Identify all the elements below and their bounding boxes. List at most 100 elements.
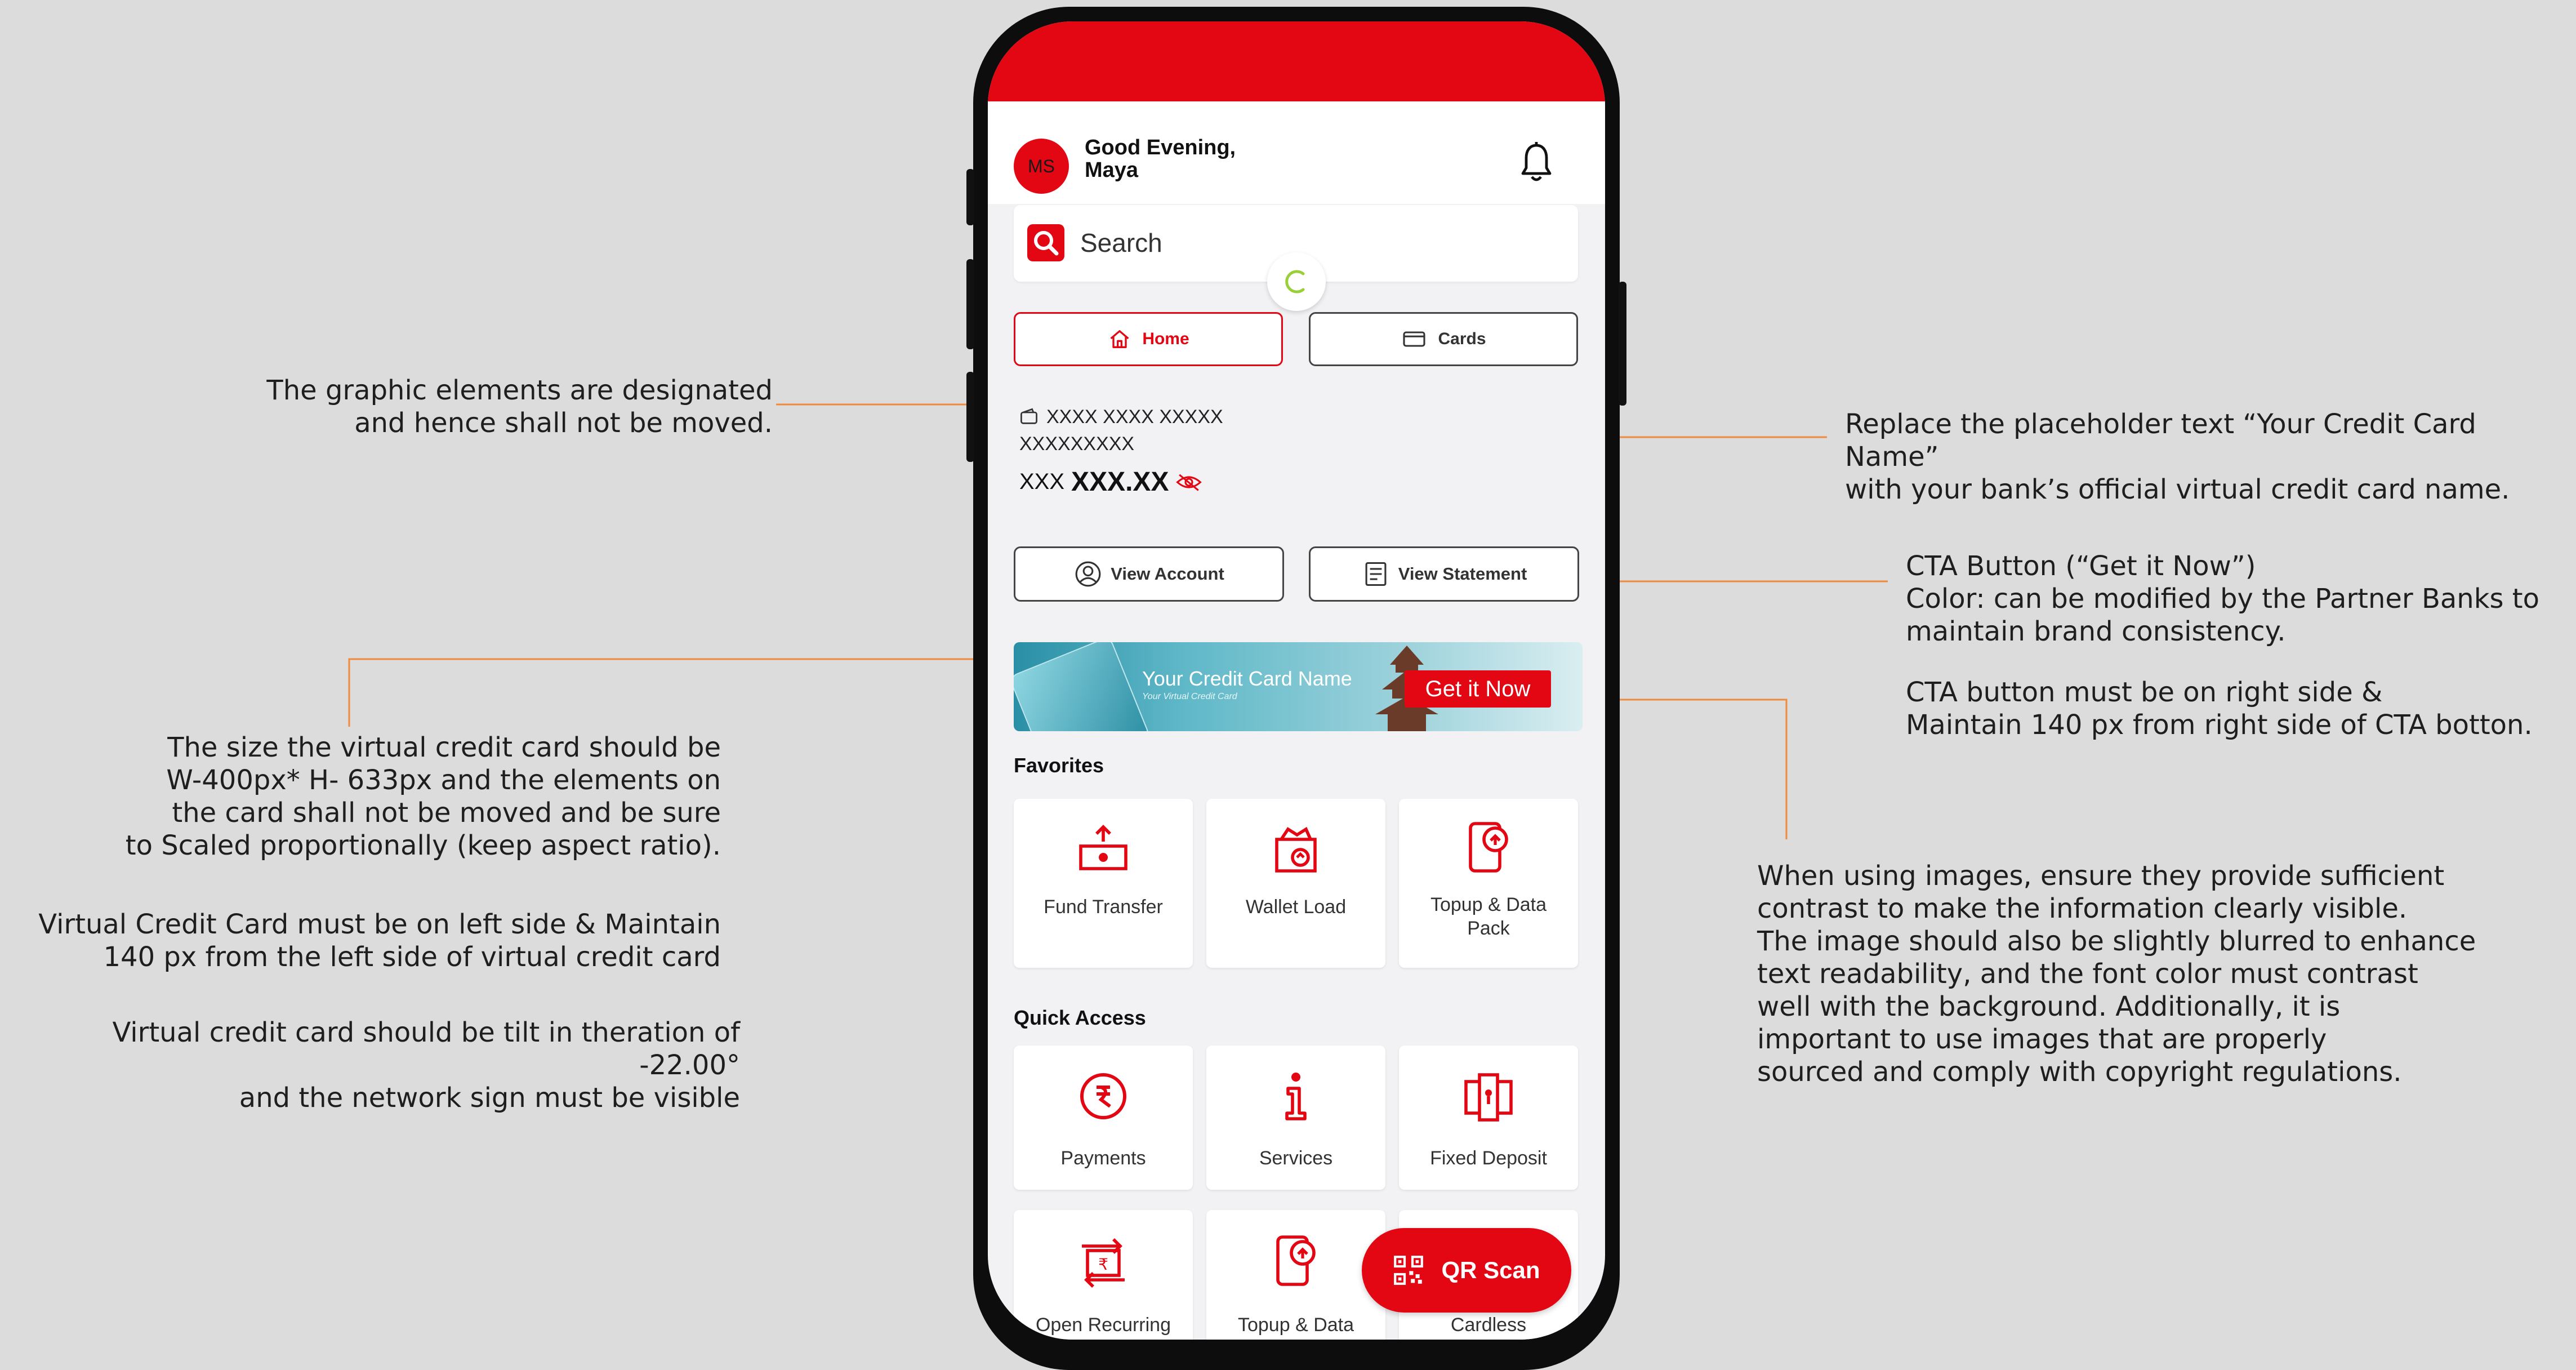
tile-payments[interactable]: Payments [1014,1046,1193,1190]
tile-services[interactable]: Services [1206,1046,1385,1190]
tile-label: Wallet Load [1245,896,1347,918]
search-input[interactable]: Search [1080,228,1162,258]
tile-wallet-load[interactable]: Wallet Load [1206,799,1385,968]
tile-label: Services [1259,1147,1333,1169]
annotation-line: maintain brand consistency. [1906,616,2286,647]
annotation-line: When using images, ensure they provide s… [1757,860,2445,892]
annotation-line: Virtual Credit Card must be on left side… [38,909,721,940]
fund-transfer-icon [1079,825,1127,870]
greeting: Good Evening, Maya [1085,136,1236,181]
annotation-line: well with the background. Additionally, … [1757,991,2341,1022]
payments-icon [1080,1073,1126,1119]
eye-slash-icon[interactable] [1175,472,1202,492]
app-header: MS Good Evening, Maya [988,101,1605,204]
annotation-cta-color: CTA Button (“Get it Now”) Color: can be … [1906,550,2565,648]
view-account-button[interactable]: View Account [1014,546,1284,602]
annotation-card-size: The size the virtual credit card should … [90,731,721,862]
avatar[interactable]: MS [1014,139,1069,194]
user-circle-icon [1075,561,1101,587]
view-account-label: View Account [1111,564,1224,584]
svg-text:₹: ₹ [1098,1255,1108,1274]
credit-card-banner[interactable]: Your Credit Card Name Your Virtual Credi… [1014,642,1583,731]
annotation-graphic-elements: The graphic elements are designated and … [248,374,773,439]
qr-code-icon [1394,1256,1424,1285]
annotation-line: Maintain 140 px from right side of CTA b… [1906,709,2533,741]
wallet-icon [1020,408,1037,424]
annotation-line: and hence shall not be moved. [354,407,773,439]
tile-label: Fixed Deposit [1430,1147,1547,1169]
annotation-line: to Scaled proportionally (keep aspect ra… [125,830,721,861]
view-statement-label: View Statement [1398,564,1527,584]
annotation-card-tilt: Virtual credit card should be tilt in th… [11,1016,740,1114]
virtual-credit-card-image [1014,642,1151,731]
annotation-line: 140 px from the left side of virtual cre… [103,941,721,973]
annotation-line: The image should also be slightly blurre… [1757,926,2476,957]
wallet-load-icon [1275,826,1317,873]
banner-card-name: Your Credit Card Name [1142,667,1352,690]
user-name: Maya [1085,158,1139,182]
annotation-card-position: Virtual Credit Card must be on left side… [23,908,721,973]
annotation-line: W-400px* H- 633px and the elements on [166,764,721,796]
qr-scan-button[interactable]: QR Scan [1362,1228,1571,1313]
topup-icon [1469,822,1508,873]
account-number: XXXX XXXX XXXXX XXXXXXXXX [1019,403,1223,457]
annotation-line: contrast to make the information clearly… [1757,893,2408,924]
annotation-cta-position: CTA button must be on right side & Maint… [1906,676,2565,741]
balance-amount: XXX.XX [1071,467,1169,497]
home-icon [1110,330,1129,348]
annotation-images: When using images, ensure they provide s… [1757,860,2557,1088]
status-bar [988,21,1605,101]
annotation-line: Replace the placeholder text “Your Credi… [1845,408,2476,473]
balance-currency: XXX [1019,469,1065,494]
tile-open-recurring[interactable]: ₹ Open Recurring [1014,1210,1193,1340]
favorites-title: Favorites [1014,754,1104,777]
annotation-line: The size the virtual credit card should … [167,732,721,763]
loading-spinner-icon [1267,252,1326,311]
balance: XXX XXX.XX [1019,466,1202,497]
annotation-line: the card shall not be moved and be sure [172,797,721,829]
annotation-line: important to use images that are properl… [1757,1024,2327,1055]
phone-screen: MS Good Evening, Maya Search Home Cards … [988,21,1605,1340]
card-icon [1403,331,1426,347]
search-icon [1027,224,1064,261]
banner-subtitle: Your Virtual Credit Card [1142,692,1237,701]
annotation-line: CTA Button (“Get it Now”) [1906,550,2256,582]
tab-home[interactable]: Home [1014,312,1283,366]
account-number-line: XXXX XXXX XXXXX [1046,406,1223,428]
tile-label: Pack [1467,918,1510,939]
fixed-deposit-icon [1464,1073,1513,1122]
tile-fund-transfer[interactable]: Fund Transfer [1014,799,1193,968]
tile-label: Payments [1060,1147,1146,1169]
annotation-line: Virtual credit card should be tilt in th… [112,1017,740,1081]
bell-icon[interactable] [1518,141,1554,186]
annotation-card-name: Replace the placeholder text “Your Credi… [1845,408,2576,506]
annotation-line: The graphic elements are designated [266,375,773,406]
annotation-line: sourced and comply with copyright regula… [1757,1056,2402,1088]
info-icon [1285,1073,1307,1120]
account-number-line: XXXXXXXXX [1019,433,1135,455]
view-statement-button[interactable]: View Statement [1309,546,1579,602]
phone-side-button [966,169,974,225]
tile-fixed-deposit[interactable]: Fixed Deposit [1399,1046,1578,1190]
topup-icon [1276,1235,1316,1286]
annotation-line: Color: can be modified by the Partner Ba… [1906,583,2539,615]
tab-cards[interactable]: Cards [1309,312,1578,366]
recurring-icon: ₹ [1082,1238,1125,1288]
phone-power-button [1619,282,1626,406]
statement-icon [1365,562,1387,586]
annotation-line: with your bank’s official virtual credit… [1845,474,2510,505]
tile-label: Fund Transfer [1044,896,1163,918]
get-it-now-button[interactable]: Get it Now [1405,670,1551,708]
phone-volume-up [966,259,974,349]
greeting-line: Good Evening, [1085,136,1236,159]
tile-label: Cardless [1450,1314,1527,1336]
tab-home-label: Home [1142,330,1189,348]
qr-scan-label: QR Scan [1441,1257,1540,1283]
quick-access-title: Quick Access [1014,1006,1146,1029]
annotation-line: text readability, and the font color mus… [1757,958,2418,990]
tile-label: Topup & Data [1237,1314,1354,1336]
tile-label: Topup & Data [1430,894,1547,915]
tile-topup-data-2[interactable]: Topup & Data [1206,1210,1385,1340]
tile-topup-data[interactable]: Topup & Data Pack [1399,799,1578,968]
annotation-line: and the network sign must be visible [239,1082,740,1114]
